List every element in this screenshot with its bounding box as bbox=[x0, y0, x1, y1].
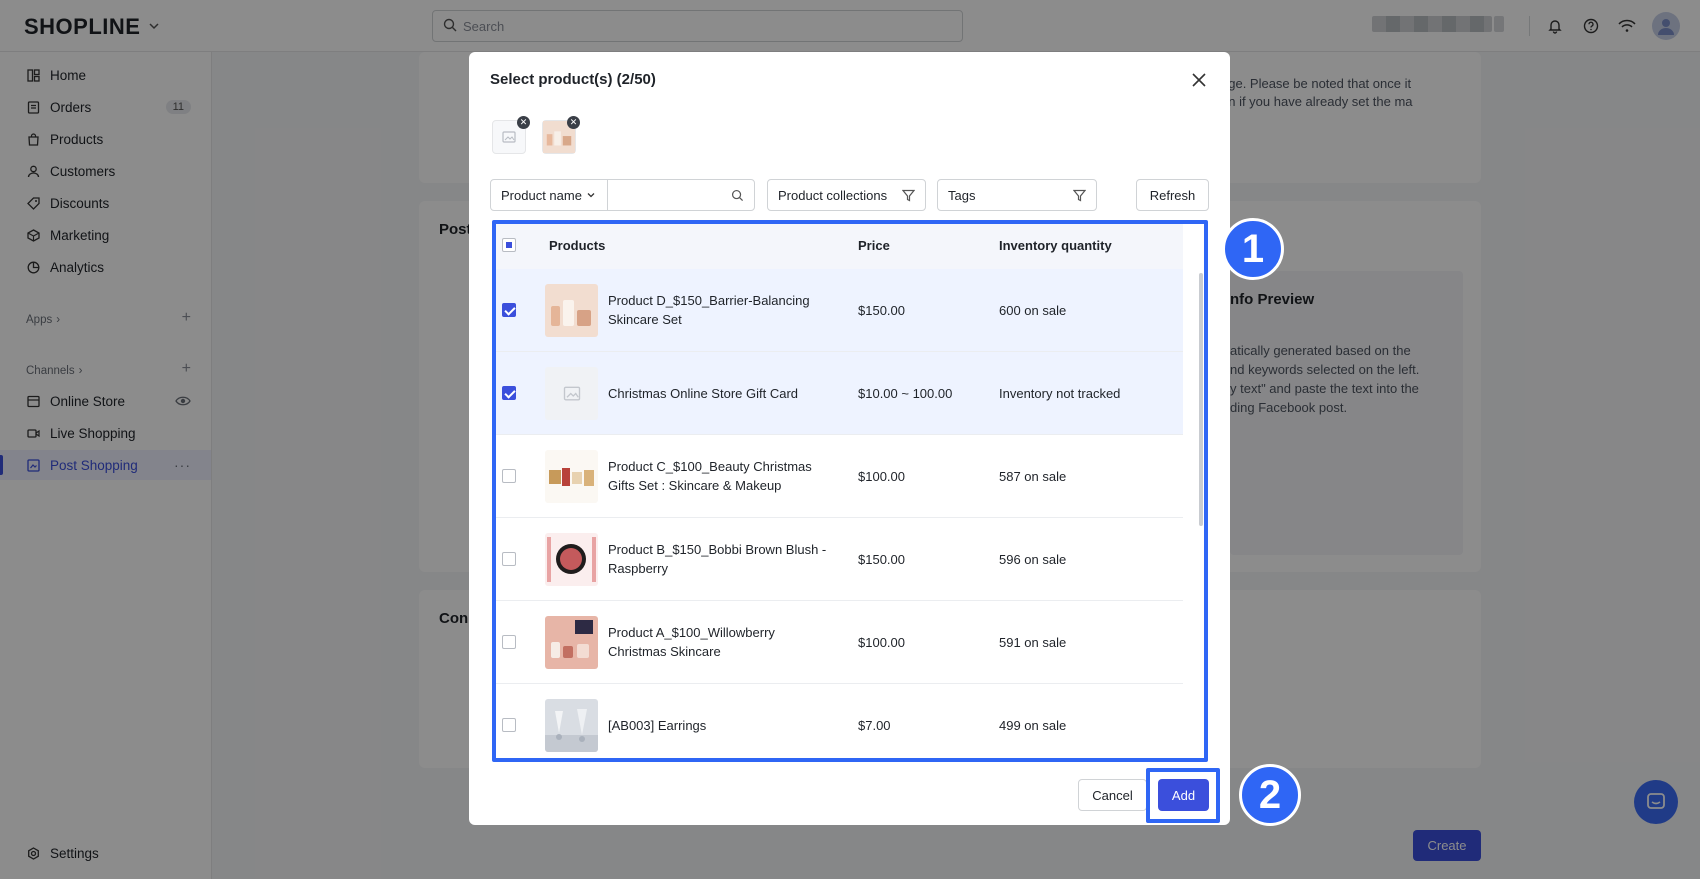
refresh-button[interactable]: Refresh bbox=[1136, 179, 1209, 211]
image-placeholder-icon bbox=[502, 131, 516, 143]
product-search-input[interactable] bbox=[607, 180, 754, 210]
step-2-badge: 2 bbox=[1239, 764, 1301, 826]
highlight-products-table bbox=[492, 220, 1208, 762]
modal-title: Select product(s) (2/50) bbox=[490, 71, 656, 88]
close-icon[interactable] bbox=[1189, 70, 1209, 90]
tags-label: Tags bbox=[948, 187, 976, 203]
filter-icon bbox=[1073, 189, 1086, 201]
remove-chip-icon[interactable]: ✕ bbox=[517, 116, 530, 129]
selected-chip-gift-card: ✕ bbox=[492, 116, 530, 154]
step-1-badge: 1 bbox=[1222, 218, 1284, 280]
search-icon bbox=[731, 189, 744, 201]
selected-chip-product-d: ✕ bbox=[542, 116, 580, 154]
filter-field-select[interactable]: Product name bbox=[491, 180, 607, 210]
chevron-down-icon bbox=[587, 193, 595, 198]
cancel-button[interactable]: Cancel bbox=[1078, 779, 1147, 811]
product-collections-filter[interactable]: Product collections bbox=[767, 179, 926, 211]
tags-filter[interactable]: Tags bbox=[937, 179, 1097, 211]
product-search-filter: Product name bbox=[490, 179, 755, 211]
highlight-add-button bbox=[1146, 768, 1220, 823]
filter-icon bbox=[902, 189, 915, 201]
filter-field-label: Product name bbox=[501, 187, 582, 203]
remove-chip-icon[interactable]: ✕ bbox=[567, 116, 580, 129]
collections-label: Product collections bbox=[778, 187, 888, 203]
